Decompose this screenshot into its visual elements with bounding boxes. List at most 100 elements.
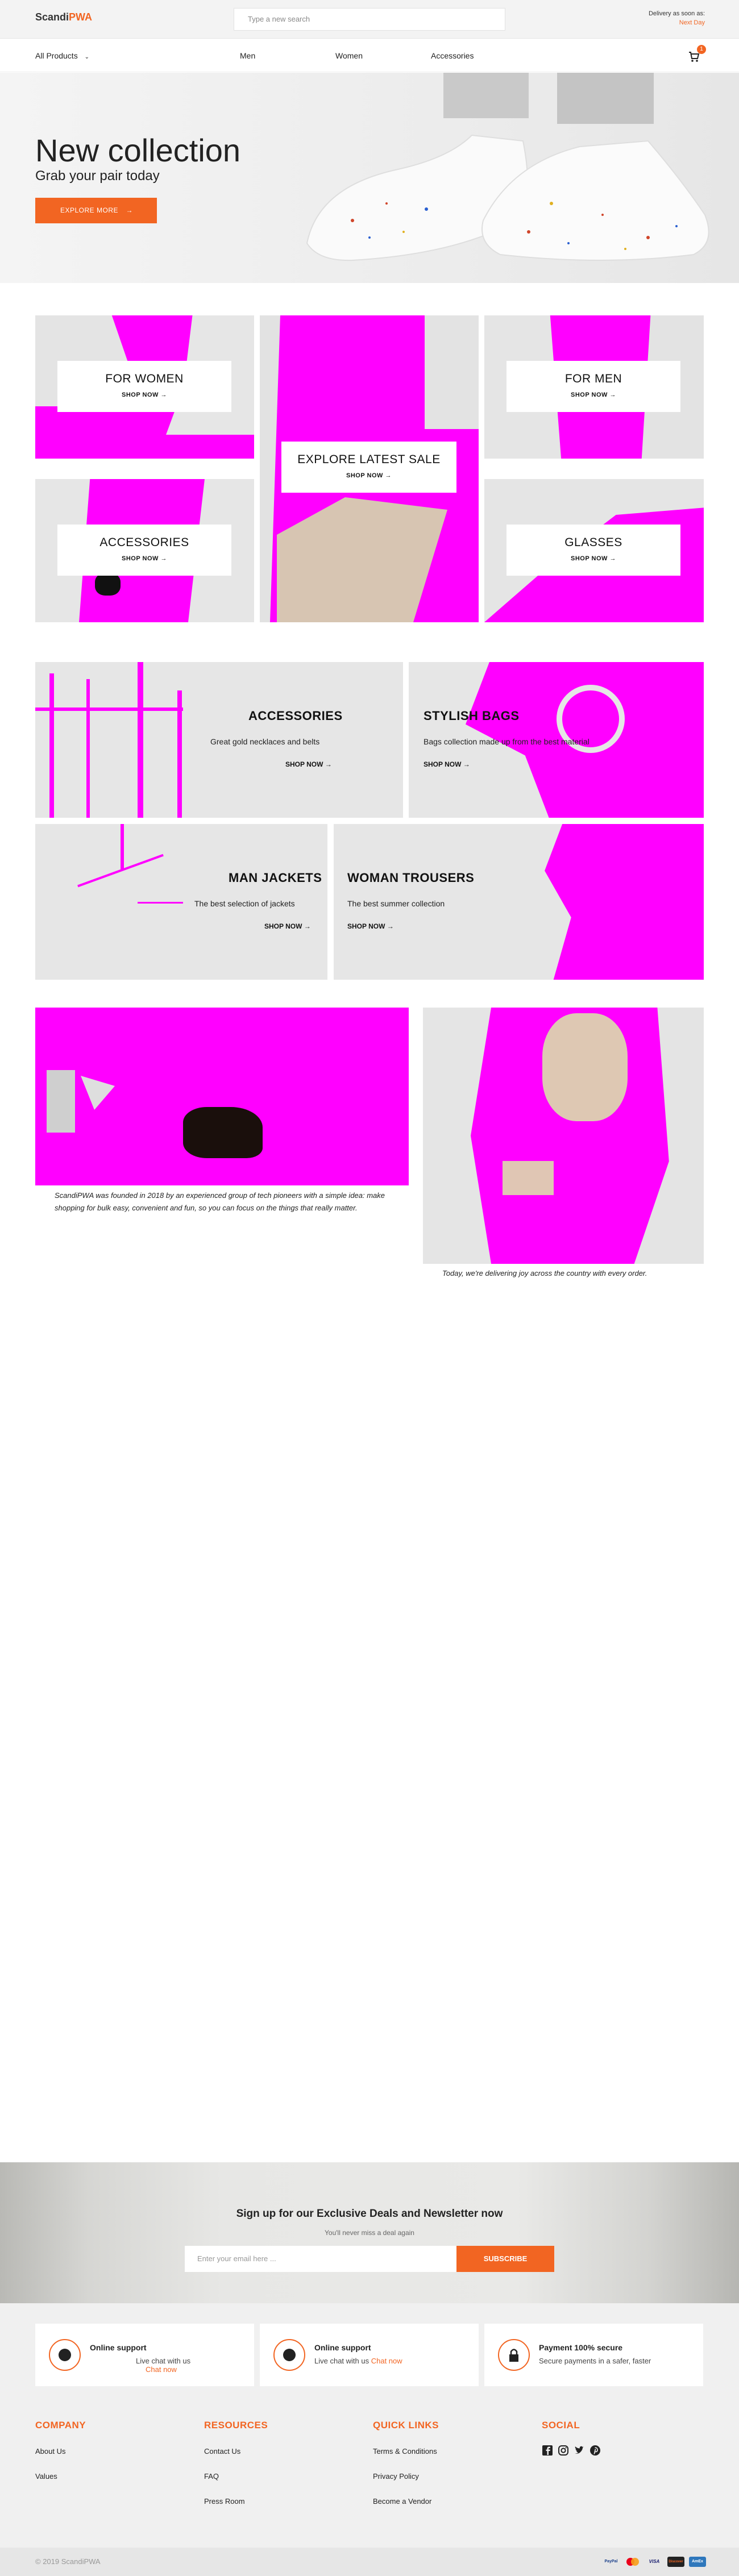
footer-link-faq[interactable]: FAQ bbox=[204, 2472, 219, 2481]
cart-count-badge: 1 bbox=[697, 45, 706, 54]
copyright-text: © 2019 ScandiPWA bbox=[35, 2557, 101, 2566]
support-text: Live chat with us Chat now bbox=[314, 2357, 402, 2365]
chat-icon bbox=[273, 2339, 305, 2371]
category-title-accessories: ACCESSORIES bbox=[99, 536, 189, 549]
shop-now-link[interactable]: SHOP NOW → bbox=[506, 392, 680, 398]
footer-link-terms[interactable]: Terms & Conditions bbox=[373, 2447, 437, 2456]
promo-description: Bags collection made up from the best ma… bbox=[424, 737, 589, 746]
category-title-men: FOR MEN bbox=[564, 372, 622, 385]
explore-more-label: EXPLORE MORE bbox=[60, 206, 119, 214]
promo-title: WOMAN TROUSERS bbox=[347, 871, 475, 885]
support-text: Secure payments in a safer, faster bbox=[539, 2357, 651, 2365]
promo-description: The best summer collection bbox=[347, 899, 445, 908]
footer-link-contact[interactable]: Contact Us bbox=[204, 2447, 240, 2456]
nav-item-accessories[interactable]: Accessories bbox=[431, 51, 474, 60]
category-tile-men[interactable]: FOR MEN SHOP NOW → bbox=[484, 315, 704, 459]
logo-text: Scandi bbox=[35, 11, 69, 23]
promo-banner-jackets[interactable]: MAN JACKETS The best selection of jacket… bbox=[35, 824, 327, 980]
search-input[interactable]: Type a new search bbox=[234, 8, 505, 31]
promo-title: ACCESSORIES bbox=[248, 709, 343, 723]
nav-item-women[interactable]: Women bbox=[335, 51, 363, 60]
promo-shop-now-link[interactable]: SHOP NOW → bbox=[347, 922, 394, 930]
footer-link-values[interactable]: Values bbox=[35, 2472, 57, 2481]
footer-area: Online support Live chat with us Chat no… bbox=[0, 2303, 739, 2548]
top-header: ScandiPWA Type a new search Delivery as … bbox=[0, 0, 739, 39]
category-tile-sale[interactable]: EXPLORE LATEST SALE SHOP NOW → bbox=[260, 315, 479, 622]
arrow-right-icon: → bbox=[126, 206, 133, 214]
hero-subtitle: Grab your pair today bbox=[35, 168, 160, 184]
support-title: Payment 100% secure bbox=[539, 2343, 623, 2352]
all-products-label: All Products bbox=[35, 51, 78, 60]
logo-accent: PWA bbox=[69, 11, 93, 23]
newsletter-subtitle: You'll never miss a deal again bbox=[325, 2229, 414, 2237]
cart-button[interactable]: 1 bbox=[688, 45, 706, 63]
story-image-2 bbox=[423, 1008, 704, 1264]
category-title-women: FOR WOMEN bbox=[105, 372, 184, 385]
nav-item-men[interactable]: Men bbox=[240, 51, 255, 60]
logo[interactable]: ScandiPWA bbox=[35, 11, 92, 23]
promo-title: STYLISH BAGS bbox=[424, 709, 520, 723]
delivery-value: Next Day bbox=[679, 19, 705, 26]
chat-now-link[interactable]: Chat now bbox=[146, 2365, 177, 2374]
category-tile-women[interactable]: FOR WOMEN SHOP NOW → bbox=[35, 315, 254, 459]
shop-now-link[interactable]: SHOP NOW → bbox=[57, 555, 231, 562]
category-card-accessories: ACCESSORIES SHOP NOW → bbox=[57, 525, 231, 576]
instagram-icon[interactable] bbox=[558, 2445, 569, 2456]
hero-banner: New collection Grab your pair today EXPL… bbox=[0, 73, 739, 283]
promo-title: MAN JACKETS bbox=[229, 871, 322, 885]
subscribe-button[interactable]: SUBSCRIBE bbox=[456, 2246, 554, 2272]
discover-icon: Discover bbox=[667, 2557, 684, 2567]
footer-heading-resources: RESOURCES bbox=[204, 2420, 268, 2431]
promo-shop-now-link[interactable]: SHOP NOW → bbox=[264, 922, 311, 930]
shop-now-link[interactable]: SHOP NOW → bbox=[506, 555, 680, 562]
mastercard-icon bbox=[624, 2557, 641, 2567]
paypal-icon: PayPal bbox=[603, 2557, 620, 2567]
story-caption-2: Today, we're delivering joy across the c… bbox=[442, 1269, 647, 1277]
visa-icon: VISA bbox=[646, 2557, 663, 2567]
category-card-sale: EXPLORE LATEST SALE SHOP NOW → bbox=[281, 442, 456, 493]
social-icons bbox=[542, 2445, 610, 2457]
delivery-label: Delivery as soon as: bbox=[648, 10, 705, 17]
category-title-glasses: GLASSES bbox=[564, 536, 622, 549]
newsletter-email-input[interactable]: Enter your email here ... bbox=[185, 2246, 456, 2272]
lock-icon bbox=[498, 2339, 530, 2371]
promo-banner-accessories[interactable]: ACCESSORIES Great gold necklaces and bel… bbox=[35, 662, 403, 818]
category-card-men: FOR MEN SHOP NOW → bbox=[506, 361, 680, 412]
category-title-sale: EXPLORE LATEST SALE bbox=[297, 453, 441, 466]
category-tile-accessories[interactable]: ACCESSORIES SHOP NOW → bbox=[35, 479, 254, 622]
support-title: Online support bbox=[90, 2343, 147, 2352]
newsletter-section: Sign up for our Exclusive Deals and News… bbox=[0, 2162, 739, 2303]
bottom-bar: © 2019 ScandiPWA PayPal VISA Discover Am… bbox=[0, 2548, 739, 2576]
footer-link-about[interactable]: About Us bbox=[35, 2447, 65, 2456]
facebook-icon[interactable] bbox=[542, 2445, 553, 2456]
footer-link-vendor[interactable]: Become a Vendor bbox=[373, 2497, 431, 2506]
support-card-chat-1: Online support Live chat with us Chat no… bbox=[35, 2324, 254, 2386]
chevron-down-icon: ⌄ bbox=[84, 54, 89, 60]
explore-more-button[interactable]: EXPLORE MORE → bbox=[35, 198, 157, 223]
promo-banner-trousers[interactable]: WOMAN TROUSERS The best summer collectio… bbox=[334, 824, 704, 980]
category-card-women: FOR WOMEN SHOP NOW → bbox=[57, 361, 231, 412]
footer-link-press[interactable]: Press Room bbox=[204, 2497, 245, 2506]
delivery-info: Delivery as soon as: Next Day bbox=[637, 10, 705, 26]
all-products-menu[interactable]: All Products ⌄ bbox=[35, 51, 89, 60]
footer-heading-company: COMPANY bbox=[35, 2420, 86, 2431]
footer-heading-social: SOCIAL bbox=[542, 2420, 580, 2431]
footer-heading-quick-links: QUICK LINKS bbox=[373, 2420, 439, 2431]
shop-now-link[interactable]: SHOP NOW → bbox=[57, 392, 231, 398]
category-tile-glasses[interactable]: GLASSES SHOP NOW → bbox=[484, 479, 704, 622]
support-text: Live chat with us Chat now bbox=[136, 2357, 191, 2374]
twitter-icon[interactable] bbox=[574, 2445, 585, 2456]
story-caption-1: ScandiPWA was founded in 2018 by an expe… bbox=[55, 1191, 385, 1212]
amex-icon: AmEx bbox=[689, 2557, 706, 2567]
footer-link-privacy[interactable]: Privacy Policy bbox=[373, 2472, 419, 2481]
pinterest-icon[interactable] bbox=[589, 2445, 601, 2456]
hero-title: New collection bbox=[35, 132, 241, 168]
support-title: Online support bbox=[314, 2343, 371, 2352]
shop-now-link[interactable]: SHOP NOW → bbox=[281, 472, 456, 479]
promo-shop-now-link[interactable]: SHOP NOW → bbox=[424, 760, 470, 768]
chat-now-link[interactable]: Chat now bbox=[371, 2357, 402, 2365]
support-card-payment: Payment 100% secure Secure payments in a… bbox=[484, 2324, 703, 2386]
category-card-glasses: GLASSES SHOP NOW → bbox=[506, 525, 680, 576]
promo-shop-now-link[interactable]: SHOP NOW → bbox=[285, 760, 332, 768]
promo-banner-bags[interactable]: STYLISH BAGS Bags collection made up fro… bbox=[409, 662, 704, 818]
